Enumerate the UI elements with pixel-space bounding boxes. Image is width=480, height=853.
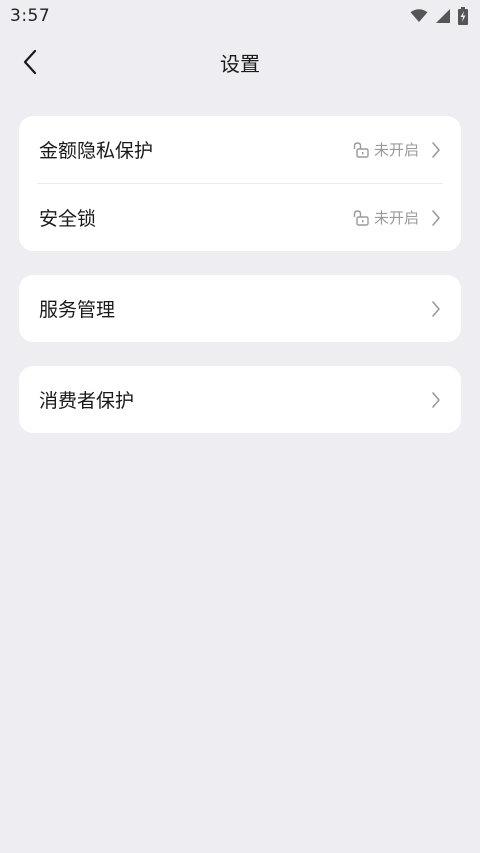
service-management-label: 服务管理 — [39, 299, 116, 321]
security-lock-label: 安全锁 — [39, 208, 97, 230]
unlock-icon — [352, 209, 370, 227]
chevron-right-icon — [431, 391, 441, 409]
chevron-right-icon — [431, 209, 441, 227]
privacy-security-card: 金额隐私保护 未开启 安全锁 未开启 — [19, 116, 461, 251]
security-lock-status: 未开启 — [352, 207, 441, 228]
security-lock-state: 未开启 — [373, 209, 419, 227]
service-management-row[interactable]: 服务管理 — [19, 275, 461, 342]
amount-privacy-status: 未开启 — [352, 139, 441, 160]
page-title: 设置 — [220, 51, 260, 76]
consumer-protection-card: 消费者保护 — [19, 366, 461, 433]
service-management-card: 服务管理 — [19, 275, 461, 342]
amount-privacy-state: 未开启 — [373, 141, 419, 159]
unlock-icon — [352, 141, 370, 159]
wifi-icon — [410, 9, 428, 23]
status-time: 3:57 — [10, 6, 51, 26]
battery-charging-icon — [458, 7, 468, 25]
service-management-right — [431, 300, 441, 318]
consumer-protection-right — [431, 391, 441, 409]
amount-privacy-label: 金额隐私保护 — [39, 140, 154, 162]
chevron-left-icon — [22, 49, 38, 75]
cellular-signal-icon — [435, 8, 451, 24]
chevron-right-icon — [431, 141, 441, 159]
status-bar: 3:57 — [0, 0, 480, 32]
nav-bar: 设置 — [0, 32, 480, 92]
consumer-protection-row[interactable]: 消费者保护 — [19, 366, 461, 433]
security-lock-row[interactable]: 安全锁 未开启 — [19, 184, 461, 251]
status-icons — [410, 7, 468, 25]
back-button[interactable] — [14, 46, 46, 78]
amount-privacy-row[interactable]: 金额隐私保护 未开启 — [19, 116, 461, 183]
consumer-protection-label: 消费者保护 — [39, 390, 135, 412]
chevron-right-icon — [431, 300, 441, 318]
